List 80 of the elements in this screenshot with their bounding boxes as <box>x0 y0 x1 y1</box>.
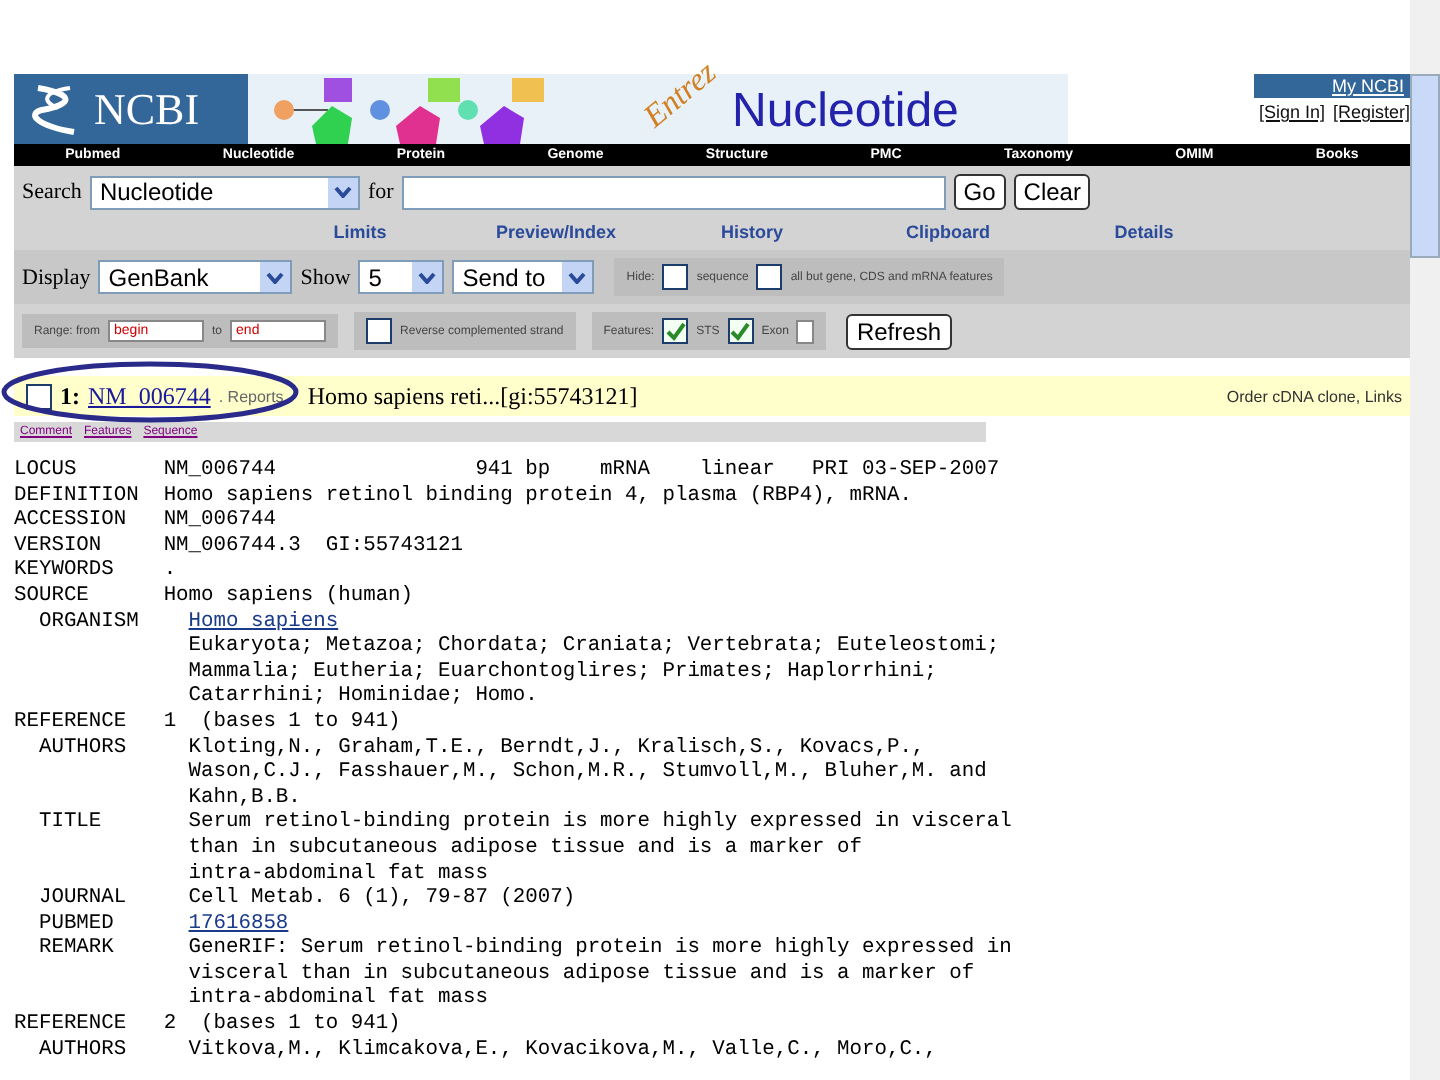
field-value: NM_006744 941 bp mRNA linear PRI 03-SEP-2007 <box>163 458 1000 484</box>
caret-icon <box>266 271 285 283</box>
checkbox[interactable] <box>662 264 689 290</box>
database-select[interactable]: Nucleotide <box>89 175 360 209</box>
field-value: Serum retinol-binding protein is more highly expressed in visceral <box>188 810 1012 836</box>
display-label: Display <box>22 265 91 289</box>
tool-link[interactable]: Details <box>1046 222 1242 242</box>
field-value: Kahn,B.B. <box>188 785 301 811</box>
field-label: REFERENCE <box>14 1012 127 1037</box>
tool-link[interactable]: Clipboard <box>850 222 1046 242</box>
field-label: AUTHORS <box>38 1037 127 1062</box>
field-value: intra-abdominal fat mass <box>188 861 488 887</box>
field-value: Kloting,N., Graham,T.E., Berndt,J., Kralisch,S., Kovacs,P., <box>188 735 925 761</box>
show-label: Show <box>300 265 351 289</box>
field-label: REFERENCE <box>14 709 127 734</box>
field-label: ORGANISM <box>38 609 139 634</box>
field-value: NM_006744 <box>163 508 276 534</box>
accession-link[interactable]: NM_006744 <box>88 381 211 411</box>
format-select[interactable]: GenBank <box>98 260 293 294</box>
result-index: 1: <box>60 381 80 411</box>
field-label: ACCESSION <box>14 508 127 533</box>
logo-text: NCBI <box>94 83 200 135</box>
field-value: Eukaryota; Metazoa; Chordata; Craniata; Vertebrata; Euteleostomi; <box>188 634 1000 660</box>
banner-title: Nucleotide <box>732 84 959 140</box>
tool-link[interactable]: Limits <box>262 222 458 242</box>
field-label: PUBMED <box>38 911 114 936</box>
field-label: VERSION <box>14 533 102 558</box>
checkbox[interactable] <box>662 318 689 344</box>
refresh-button[interactable]: Refresh <box>846 313 951 349</box>
dropdown-control[interactable] <box>796 319 815 343</box>
field-value: Catarrhini; Hominidae; Homo. <box>188 684 538 710</box>
scrollbar[interactable] <box>1410 0 1440 1080</box>
field-value: Mammalia; Eutheria; Euarchontoglires; Primates; Haplorrhini; <box>188 659 937 685</box>
go-button[interactable]: Go <box>953 174 1006 210</box>
my-ncbi-link[interactable]: My NCBI <box>1254 74 1410 98</box>
field-label: DEFINITION <box>14 483 139 508</box>
reports-link[interactable]: . Reports <box>218 387 284 405</box>
field-value: NM_006744.3 GI:55743121 <box>163 533 463 559</box>
field-label: JOURNAL <box>38 886 127 911</box>
field-value: Cell Metab. 6 (1), 79-87 (2007) <box>188 886 576 912</box>
show-select[interactable]: 5 <box>358 260 445 294</box>
order-links[interactable]: Order cDNA clone, Links <box>1226 387 1410 405</box>
checkbox[interactable] <box>366 318 393 344</box>
field-label: REMARK <box>38 936 114 961</box>
checkbox[interactable] <box>756 264 783 290</box>
field-value: visceral than in subcutaneous adipose tissue and is a marker of <box>188 961 975 987</box>
field-label: TITLE <box>38 810 102 835</box>
scroll-thumb[interactable] <box>1410 74 1440 258</box>
clear-button[interactable]: Clear <box>1013 174 1091 210</box>
field-value: 1 (bases 1 to 941) <box>163 709 401 736</box>
result-summary: Homo sapiens reti...[gi:55743121] <box>307 381 638 411</box>
field-value: Vitkova,M., Klimcakova,E., Kovacikova,M., Valle,C., Moro,C., <box>188 1037 937 1063</box>
field-value: Homo sapiens retinol binding protein 4, plasma (RBP4), mRNA. <box>163 483 912 509</box>
tool-link[interactable]: Preview/Index <box>458 222 654 242</box>
field-label: KEYWORDS <box>14 558 114 583</box>
field-label: LOCUS <box>14 458 77 482</box>
checkbox[interactable] <box>727 318 754 344</box>
caret-icon <box>418 271 437 283</box>
caret-icon <box>333 186 352 198</box>
search-field[interactable] <box>401 175 946 209</box>
field-value: Homo sapiens (human) <box>163 583 414 610</box>
field-value: . <box>163 558 177 584</box>
field-label: SOURCE <box>14 583 89 608</box>
caret-icon <box>568 271 587 283</box>
account-link[interactable]: [Register] <box>1332 102 1410 122</box>
search-label: Search <box>22 180 82 204</box>
send-to-select[interactable]: Send to <box>452 260 595 294</box>
field-value: 2 (bases 1 to 941) <box>163 1012 401 1038</box>
for-label: for <box>367 180 394 204</box>
account-link[interactable]: [Sign In] <box>1258 102 1325 122</box>
field-value: Wason,C.J., Fasshauer,M., Schon,M.R., Stumvoll,M., Bluher,M. and <box>188 760 987 786</box>
record-link[interactable]: 17616858 <box>188 911 289 937</box>
checkbox[interactable] <box>26 383 52 409</box>
ncbi-logo[interactable]: NCBI <box>14 74 248 144</box>
record-link[interactable]: Homo sapiens <box>188 609 339 635</box>
field-value: than in subcutaneous adipose tissue and is a marker of <box>188 835 862 861</box>
field-label: AUTHORS <box>38 735 127 760</box>
field-value: intra-abdominal fat mass <box>188 986 488 1013</box>
tool-link[interactable]: History <box>654 222 850 242</box>
field-value: GeneRIF: Serum retinol-binding protein is more highly expressed in <box>188 936 1012 962</box>
